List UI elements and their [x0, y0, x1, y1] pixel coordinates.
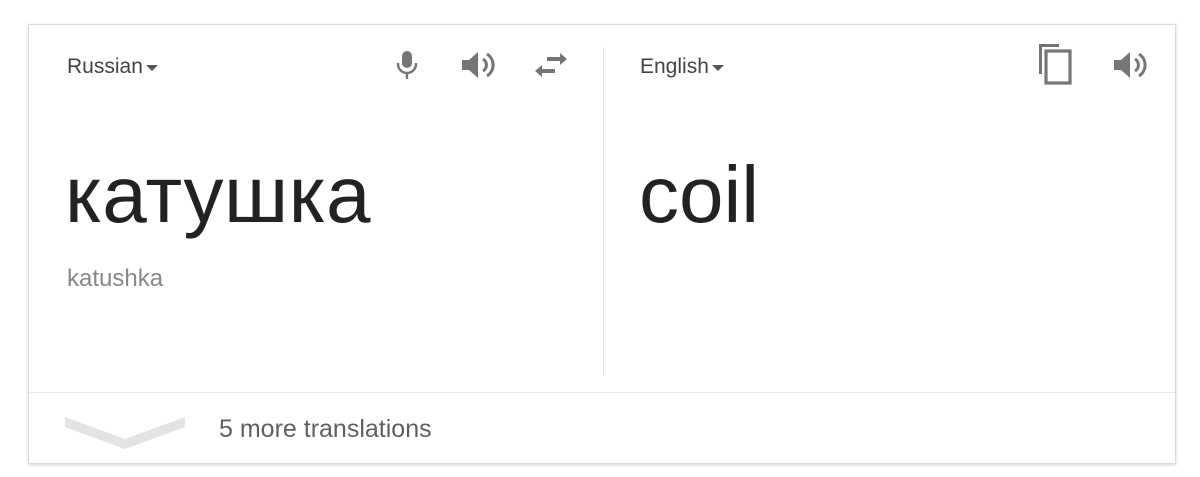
translated-text[interactable]: coil	[639, 155, 759, 235]
speaker-icon	[1112, 49, 1150, 81]
caret-down-icon	[711, 65, 724, 71]
target-language-label: English	[640, 55, 709, 78]
pane-divider	[603, 47, 604, 375]
chevron-down-icon	[65, 409, 185, 454]
target-language-select[interactable]: English	[640, 55, 724, 79]
microphone-button[interactable]	[385, 43, 429, 87]
more-translations-toggle[interactable]: 5 more translations	[29, 392, 1175, 464]
source-language-label: Russian	[67, 55, 143, 78]
source-listen-button[interactable]	[457, 43, 501, 87]
transliteration: katushka	[67, 265, 164, 292]
source-language-select[interactable]: Russian	[67, 55, 158, 79]
microphone-icon	[395, 49, 419, 81]
speaker-icon	[460, 49, 498, 81]
target-listen-button[interactable]	[1109, 43, 1153, 87]
source-text[interactable]: катушка	[65, 155, 371, 235]
copy-icon	[1035, 40, 1075, 86]
copy-button[interactable]	[1033, 41, 1077, 85]
translate-card: Russian катушка katushka English coil 5 …	[28, 24, 1176, 464]
more-translations-label: 5 more translations	[219, 415, 432, 443]
source-pane: Russian катушка katushka	[29, 25, 603, 392]
swap-languages-icon	[532, 51, 570, 79]
target-pane: English coil	[605, 25, 1177, 392]
caret-down-icon	[145, 65, 158, 71]
swap-languages-button[interactable]	[529, 43, 573, 87]
